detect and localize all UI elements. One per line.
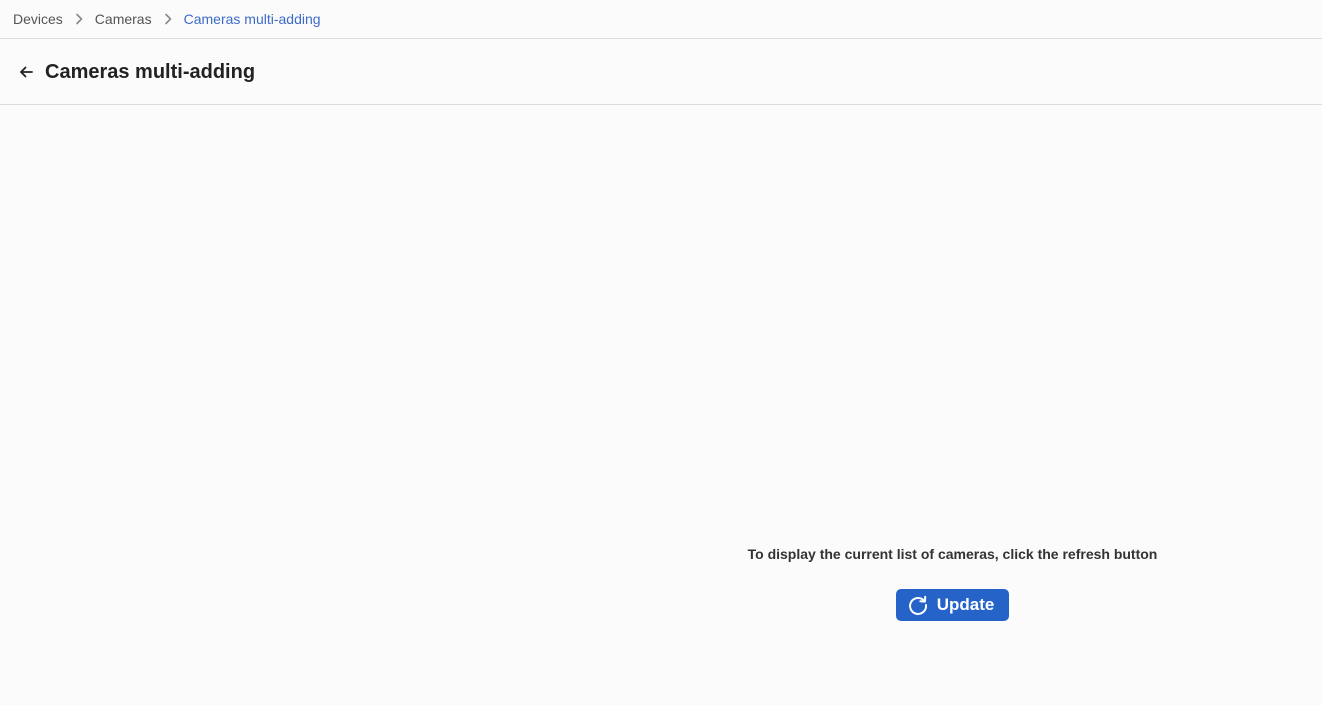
breadcrumb: Devices Cameras Cameras multi-adding: [0, 0, 1322, 39]
empty-state-message: To display the current list of cameras, …: [747, 546, 1158, 562]
page-title: Cameras multi-adding: [45, 60, 256, 83]
breadcrumb-item-cameras-multi-adding: Cameras multi-adding: [183, 11, 321, 27]
breadcrumb-item-devices[interactable]: Devices: [13, 11, 63, 27]
arrow-left-icon[interactable]: [14, 60, 38, 84]
empty-state: To display the current list of cameras, …: [700, 543, 1205, 621]
chevron-right-icon: [152, 9, 184, 29]
refresh-icon: [907, 594, 929, 616]
chevron-right-icon: [63, 9, 95, 29]
breadcrumb-item-cameras[interactable]: Cameras: [95, 11, 152, 27]
page-header: Cameras multi-adding: [0, 40, 1322, 105]
update-button[interactable]: Update: [895, 589, 1010, 621]
update-button-label: Update: [936, 595, 995, 614]
